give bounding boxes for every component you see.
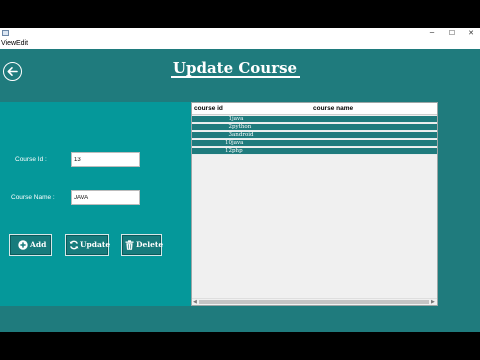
cell-course-id: 10 xyxy=(225,140,232,146)
menu-bar: View Edit xyxy=(0,39,480,49)
title-underline xyxy=(171,76,300,78)
update-button[interactable]: Update xyxy=(65,234,111,256)
table-row[interactable]: 1 java xyxy=(192,116,437,123)
menu-view[interactable]: View xyxy=(1,39,16,49)
horizontal-scrollbar[interactable]: ◀ ▶ xyxy=(192,298,437,305)
arrow-left-circle-icon xyxy=(7,67,18,76)
app-window: ─ ☐ ✕ View Edit Update Course Course Id … xyxy=(0,0,480,360)
course-name-input[interactable] xyxy=(71,190,140,205)
cell-course-name: python xyxy=(232,124,252,130)
delete-button-label: Delete xyxy=(136,240,164,249)
table-row[interactable]: 2 python xyxy=(192,124,437,131)
table-header: course id course name xyxy=(192,103,437,115)
delete-button[interactable]: Delete xyxy=(121,234,164,256)
course-name-label: Course Name : xyxy=(11,194,55,201)
plus-circle-icon xyxy=(18,240,28,250)
cell-course-id: 2 xyxy=(228,124,233,130)
minimize-button[interactable]: ─ xyxy=(425,28,439,39)
trash-icon xyxy=(125,240,134,250)
refresh-icon xyxy=(69,240,79,250)
cell-course-name: java xyxy=(232,140,244,146)
letterbox-bottom xyxy=(0,332,480,360)
table-row[interactable]: 3 android xyxy=(192,132,437,139)
scroll-right-icon[interactable]: ▶ xyxy=(431,299,435,305)
update-button-label: Update xyxy=(80,240,111,249)
menu-edit[interactable]: Edit xyxy=(16,39,28,49)
cell-course-name: php xyxy=(232,148,243,154)
scrollbar-thumb[interactable] xyxy=(199,300,429,304)
app-icon xyxy=(2,30,9,36)
table-row[interactable]: 12 php xyxy=(192,148,437,155)
course-id-label: Course Id : xyxy=(15,156,47,163)
cell-course-id: 1 xyxy=(228,116,233,122)
cell-course-name: java xyxy=(232,116,244,122)
column-header-course-id[interactable]: course id xyxy=(194,103,223,115)
letterbox-top xyxy=(0,0,480,28)
close-button[interactable]: ✕ xyxy=(464,28,478,39)
add-button[interactable]: Add xyxy=(9,234,52,256)
cell-course-id: 12 xyxy=(225,148,232,154)
course-id-input[interactable] xyxy=(71,152,140,167)
cell-course-id: 3 xyxy=(228,132,233,138)
cell-course-name: android xyxy=(232,132,254,138)
add-button-label: Add xyxy=(30,240,47,249)
title-bar: ─ ☐ ✕ xyxy=(0,28,480,39)
page-title: Update Course xyxy=(172,59,298,77)
maximize-button[interactable]: ☐ xyxy=(445,28,459,39)
course-table: course id course name 1 java 2 python 3 … xyxy=(191,102,438,306)
table-row[interactable]: 10 java xyxy=(192,140,437,147)
scroll-left-icon[interactable]: ◀ xyxy=(193,299,197,305)
back-button[interactable] xyxy=(3,62,22,81)
column-header-course-name[interactable]: course name xyxy=(313,103,353,115)
